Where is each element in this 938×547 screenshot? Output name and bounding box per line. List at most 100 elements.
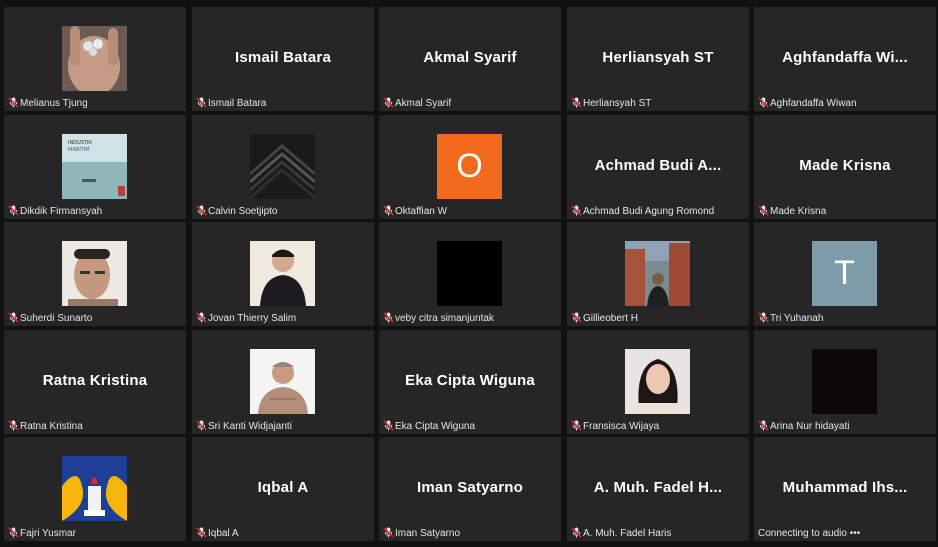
avatar-image: INDUSTRI MARITIM xyxy=(62,134,127,199)
participant-display-name: Iman Satyarno xyxy=(417,479,523,496)
mic-muted-icon xyxy=(758,420,769,431)
mic-muted-icon xyxy=(196,205,207,216)
mic-muted-icon xyxy=(8,97,19,108)
mic-muted-icon xyxy=(758,312,769,323)
avatar-image xyxy=(812,349,877,414)
participant-tile[interactable]: Achmad Budi A... Achmad Budi Agung Romond xyxy=(567,115,749,219)
participant-tile[interactable]: Akmal Syarif Akmal Syarif xyxy=(379,7,561,111)
participant-tile[interactable]: A. Muh. Fadel H... A. Muh. Fadel Haris xyxy=(567,437,749,541)
participant-tile[interactable]: Ratna Kristina Ratna Kristina xyxy=(4,330,186,434)
participant-display-name: Eka Cipta Wiguna xyxy=(405,372,535,389)
participant-name-label: Dikdik Firmansyah xyxy=(20,206,103,217)
mic-muted-icon xyxy=(8,420,19,431)
participant-name-label: Eka Cipta Wiguna xyxy=(395,421,476,432)
mic-muted-icon xyxy=(758,205,769,216)
participant-tile[interactable]: Jovan Thierry Salim xyxy=(192,222,374,326)
participant-tile[interactable]: Eka Cipta Wiguna Eka Cipta Wiguna xyxy=(379,330,561,434)
participant-tile[interactable]: Muhammad Ihs... Connecting to audio ••• xyxy=(754,437,936,541)
mic-muted-icon xyxy=(383,205,394,216)
mic-muted-icon xyxy=(383,420,394,431)
participant-name-label: Akmal Syarif xyxy=(395,98,452,109)
gallery-view: Melianus Tjung Ismail Batara Ismail Batara… xyxy=(0,0,938,547)
avatar-image xyxy=(625,241,690,306)
participant-name-label: Iman Satyarno xyxy=(395,528,461,539)
participant-name-label: Ratna Kristina xyxy=(20,421,83,432)
participant-tile[interactable]: Arina Nur hidayati xyxy=(754,330,936,434)
participant-name-label: Sri Kanti Widjajanti xyxy=(208,421,292,432)
participant-name-label: A. Muh. Fadel Haris xyxy=(583,528,672,539)
mic-muted-icon xyxy=(8,527,19,538)
avatar-letter: O xyxy=(437,134,502,199)
participant-name-label: Calvin Soetjipto xyxy=(208,206,278,217)
mic-muted-icon xyxy=(383,527,394,538)
participant-tile[interactable]: O Oktaffian W xyxy=(379,115,561,219)
participant-name-label: Arina Nur hidayati xyxy=(770,421,850,432)
svg-text:MARITIM: MARITIM xyxy=(68,147,90,153)
mic-muted-icon xyxy=(196,97,207,108)
mic-muted-icon xyxy=(196,527,207,538)
participant-name-label: Made Krisna xyxy=(770,206,827,217)
participant-tile[interactable]: Melianus Tjung xyxy=(4,7,186,111)
avatar-letter: T xyxy=(812,241,877,306)
avatar-image xyxy=(62,241,127,306)
participant-display-name: Ratna Kristina xyxy=(42,372,148,389)
participant-tile[interactable]: Ismail Batara Ismail Batara xyxy=(192,7,374,111)
participant-tile[interactable]: Iqbal A Iqbal A xyxy=(192,437,374,541)
participant-tile[interactable]: Sri Kanti Widjajanti xyxy=(192,330,374,434)
participant-display-name: Muhammad Ihs... xyxy=(782,479,908,496)
participant-name-label: Aghfandaffa Wiwan xyxy=(770,98,857,109)
participant-tile[interactable]: Herliansyah ST Herliansyah ST xyxy=(567,7,749,111)
participant-display-name: Iqbal A xyxy=(257,479,309,496)
participant-display-name: Ismail Batara xyxy=(235,49,331,66)
avatar-image xyxy=(625,349,690,414)
participant-name-label: Oktaffian W xyxy=(395,206,448,217)
participant-name-label: Herliansyah ST xyxy=(583,98,652,109)
participant-tile[interactable]: Fransisca Wijaya xyxy=(567,330,749,434)
avatar-image xyxy=(437,241,502,306)
participant-display-name: Herliansyah ST xyxy=(602,49,714,66)
participant-display-name: Achmad Budi A... xyxy=(594,157,722,174)
avatar-image xyxy=(250,134,315,199)
participant-name-label: Suherdi Sunarto xyxy=(20,313,93,324)
participant-tile[interactable]: Made Krisna Made Krisna xyxy=(754,115,936,219)
avatar-image xyxy=(250,349,315,414)
participant-tile[interactable]: veby citra simanjuntak xyxy=(379,222,561,326)
mic-muted-icon xyxy=(571,205,582,216)
participant-name-label: Gillieobert H xyxy=(583,313,639,324)
mic-muted-icon xyxy=(758,97,769,108)
participant-display-name: Aghfandaffa Wi... xyxy=(782,49,908,66)
mic-muted-icon xyxy=(571,97,582,108)
participant-tile[interactable]: Suherdi Sunarto xyxy=(4,222,186,326)
participant-tile[interactable]: Iman Satyarno Iman Satyarno xyxy=(379,437,561,541)
participant-name-label: Melianus Tjung xyxy=(20,98,88,109)
participant-name-label: Achmad Budi Agung Romond xyxy=(583,206,715,217)
mic-muted-icon xyxy=(8,312,19,323)
avatar-image xyxy=(62,456,127,521)
participant-tile[interactable]: Fajri Yusmar xyxy=(4,437,186,541)
participant-tile[interactable]: Calvin Soetjipto xyxy=(192,115,374,219)
participant-name-label: Jovan Thierry Salim xyxy=(208,313,297,324)
participant-name-label: Iqbal A xyxy=(208,528,239,539)
participant-tile[interactable]: Aghfandaffa Wi... Aghfandaffa Wiwan xyxy=(754,7,936,111)
participant-name-label: Connecting to audio ••• xyxy=(758,528,861,539)
participant-tile[interactable]: T Tri Yuhanah xyxy=(754,222,936,326)
participant-name-label: veby citra simanjuntak xyxy=(395,313,494,324)
participant-display-name: Akmal Syarif xyxy=(423,49,517,66)
participant-tile[interactable]: Gillieobert H xyxy=(567,222,749,326)
participant-name-label: Tri Yuhanah xyxy=(770,313,824,324)
avatar-image xyxy=(250,241,315,306)
mic-muted-icon xyxy=(196,312,207,323)
mic-muted-icon xyxy=(8,205,19,216)
participant-name-label: Ismail Batara xyxy=(208,98,267,109)
svg-text:INDUSTRI: INDUSTRI xyxy=(68,140,92,146)
mic-muted-icon xyxy=(383,312,394,323)
mic-muted-icon xyxy=(383,97,394,108)
participant-name-label: Fajri Yusmar xyxy=(20,528,76,539)
avatar-image xyxy=(62,26,127,91)
participant-display-name: A. Muh. Fadel H... xyxy=(593,479,723,496)
participant-name-label: Fransisca Wijaya xyxy=(583,421,660,432)
mic-muted-icon xyxy=(196,420,207,431)
mic-muted-icon xyxy=(571,527,582,538)
mic-muted-icon xyxy=(571,420,582,431)
participant-tile[interactable]: INDUSTRI MARITIM Dikdik Firmansyah xyxy=(4,115,186,219)
